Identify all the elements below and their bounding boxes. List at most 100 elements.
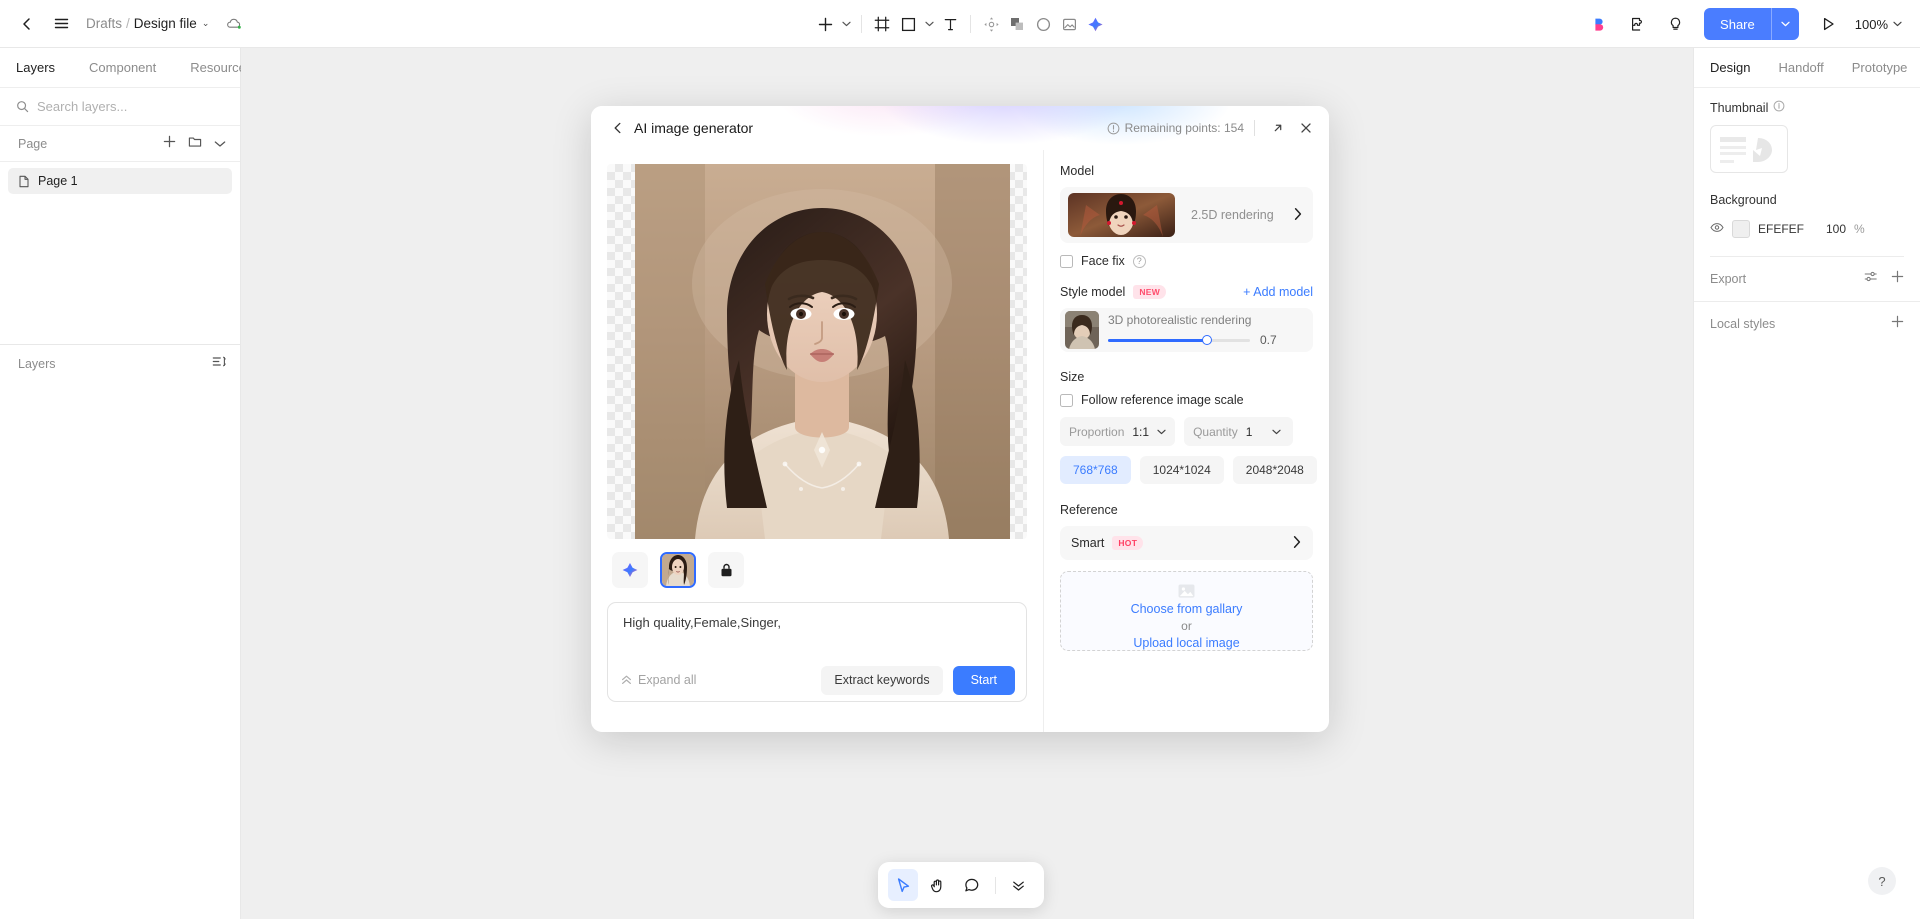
breadcrumb-root[interactable]: Drafts <box>86 16 122 31</box>
layers-section-header: Layers <box>0 344 241 382</box>
more-tool[interactable] <box>1004 869 1034 901</box>
open-external-icon <box>1274 124 1282 132</box>
shape-tool[interactable] <box>895 9 921 39</box>
size-preset-768[interactable]: 768*768 <box>1060 456 1131 484</box>
chevron-down-glyph <box>1157 429 1166 434</box>
style-model-card[interactable]: 3D photorealistic rendering 0.7 <box>1060 308 1313 352</box>
shape-tool-caret[interactable] <box>921 9 937 39</box>
question-circle-icon[interactable]: ? <box>1132 254 1146 268</box>
export-settings-button[interactable] <box>1864 270 1878 288</box>
move-icon <box>983 16 999 32</box>
info-circle-icon[interactable] <box>1773 100 1785 115</box>
tab-resource[interactable]: Resource <box>190 60 246 75</box>
chevron-down-icon <box>214 140 226 147</box>
choose-from-gallery-link[interactable]: Choose from gallary <box>1131 602 1243 616</box>
boolean-tool[interactable] <box>1004 9 1030 39</box>
image-tool[interactable] <box>1056 9 1082 39</box>
cloud-sync-status[interactable] <box>225 15 243 33</box>
breadcrumb[interactable]: Drafts / Design file ⌄ <box>86 16 209 31</box>
prompt-text-value[interactable]: High quality,Female,Singer, <box>623 615 781 630</box>
sort-list-icon <box>212 356 226 366</box>
list-item-page-1[interactable]: Page 1 <box>8 168 232 194</box>
share-button[interactable]: Share <box>1704 8 1799 40</box>
modal-close-button[interactable] <box>1293 115 1319 141</box>
thumbnail-preview[interactable] <box>1710 125 1788 173</box>
reference-dropzone[interactable]: Choose from gallary or Upload local imag… <box>1060 571 1313 651</box>
prompt-input-box[interactable]: High quality,Female,Singer, Expand all E… <box>607 602 1027 702</box>
modal-popout-button[interactable] <box>1265 115 1291 141</box>
tab-handoff[interactable]: Handoff <box>1778 60 1823 75</box>
style-strength-slider[interactable] <box>1108 335 1250 345</box>
extract-keywords-button[interactable]: Extract keywords <box>821 665 943 695</box>
sort-layers-button[interactable] <box>212 355 227 373</box>
add-tool[interactable] <box>812 9 838 39</box>
remaining-points: Remaining points: 154 <box>1107 121 1244 135</box>
background-opacity-value[interactable]: 100 <box>1826 222 1846 236</box>
modal-back-button[interactable] <box>605 115 631 141</box>
text-tool[interactable] <box>937 9 963 39</box>
bitable-b-icon <box>1594 18 1603 31</box>
size-preset-1024[interactable]: 1024*1024 <box>1139 456 1224 484</box>
select-tool[interactable] <box>888 869 919 901</box>
move-tool[interactable] <box>978 9 1004 39</box>
background-hex-value[interactable]: EFEFEF <box>1758 222 1818 236</box>
add-tool-caret[interactable] <box>838 9 854 39</box>
back-button[interactable] <box>10 7 44 41</box>
model-selector[interactable]: 2.5D rendering <box>1060 187 1313 243</box>
topbar-right-group: Share 100% <box>1582 0 1908 48</box>
help-button[interactable]: ? <box>1868 867 1896 895</box>
add-page-button[interactable] <box>163 135 176 153</box>
result-image-thumb[interactable] <box>660 552 696 588</box>
chevron-down-icon[interactable]: ⌄ <box>202 18 210 29</box>
hand-tool[interactable] <box>922 869 952 901</box>
follow-reference-scale-checkbox[interactable] <box>1060 393 1073 407</box>
share-dropdown-caret[interactable] <box>1772 8 1799 40</box>
slider-handle[interactable] <box>1202 335 1213 345</box>
size-preset-2048[interactable]: 2048*2048 <box>1232 456 1317 484</box>
add-model-button[interactable]: + Add model <box>1243 285 1313 299</box>
face-fix-checkbox[interactable] <box>1060 254 1073 268</box>
search-input[interactable] <box>37 99 207 114</box>
ai-generate-thumb[interactable] <box>612 552 648 588</box>
tab-prototype[interactable]: Prototype <box>1852 60 1908 75</box>
tab-design[interactable]: Design <box>1710 60 1750 75</box>
ideas-button[interactable] <box>1658 7 1692 41</box>
quantity-select[interactable]: Quantity 1 <box>1184 417 1294 446</box>
eye-icon[interactable] <box>1710 220 1724 238</box>
slider-fill <box>1108 338 1208 342</box>
expand-all-label: Expand all <box>638 673 697 687</box>
chevron-down-icon <box>924 21 934 27</box>
bottom-toolbar-divider <box>994 876 996 894</box>
reference-mode-selector[interactable]: Smart HOT <box>1060 526 1313 560</box>
add-export-button[interactable] <box>1891 270 1904 288</box>
breadcrumb-file-name[interactable]: Design file <box>134 16 197 31</box>
locked-slot-thumb[interactable] <box>708 552 744 588</box>
background-label: Background <box>1710 193 1777 207</box>
tab-layers[interactable]: Layers <box>16 60 55 75</box>
expand-all-button[interactable]: Expand all <box>621 673 696 687</box>
ai-tool[interactable] <box>1082 9 1108 39</box>
image-preview-area[interactable] <box>607 164 1027 539</box>
brand-button[interactable] <box>1582 7 1616 41</box>
proportion-select[interactable]: Proportion 1:1 <box>1060 417 1176 446</box>
frame-icon <box>874 16 890 32</box>
plugins-button[interactable] <box>1620 7 1654 41</box>
collapse-pages-button[interactable] <box>214 135 226 153</box>
generated-image[interactable] <box>635 164 1010 539</box>
new-folder-button[interactable] <box>188 135 202 153</box>
ellipse-tool[interactable] <box>1030 9 1056 39</box>
main-menu-button[interactable] <box>44 7 78 41</box>
background-color-swatch[interactable] <box>1732 220 1750 238</box>
chevron-right-icon[interactable] <box>1293 207 1303 224</box>
present-button[interactable] <box>1811 7 1845 41</box>
proportion-value: 1:1 <box>1132 424 1150 439</box>
frame-tool[interactable] <box>869 9 895 39</box>
zoom-control[interactable]: 100% <box>1849 17 1908 32</box>
upload-local-image-link[interactable]: Upload local image <box>1133 636 1239 650</box>
tab-component[interactable]: Component <box>89 60 156 75</box>
comment-tool[interactable] <box>957 869 987 901</box>
start-button[interactable]: Start <box>952 665 1015 695</box>
add-local-style-button[interactable] <box>1891 315 1904 333</box>
chevron-right-icon[interactable] <box>1292 535 1302 552</box>
chevron-double-down-icon <box>1013 881 1025 891</box>
